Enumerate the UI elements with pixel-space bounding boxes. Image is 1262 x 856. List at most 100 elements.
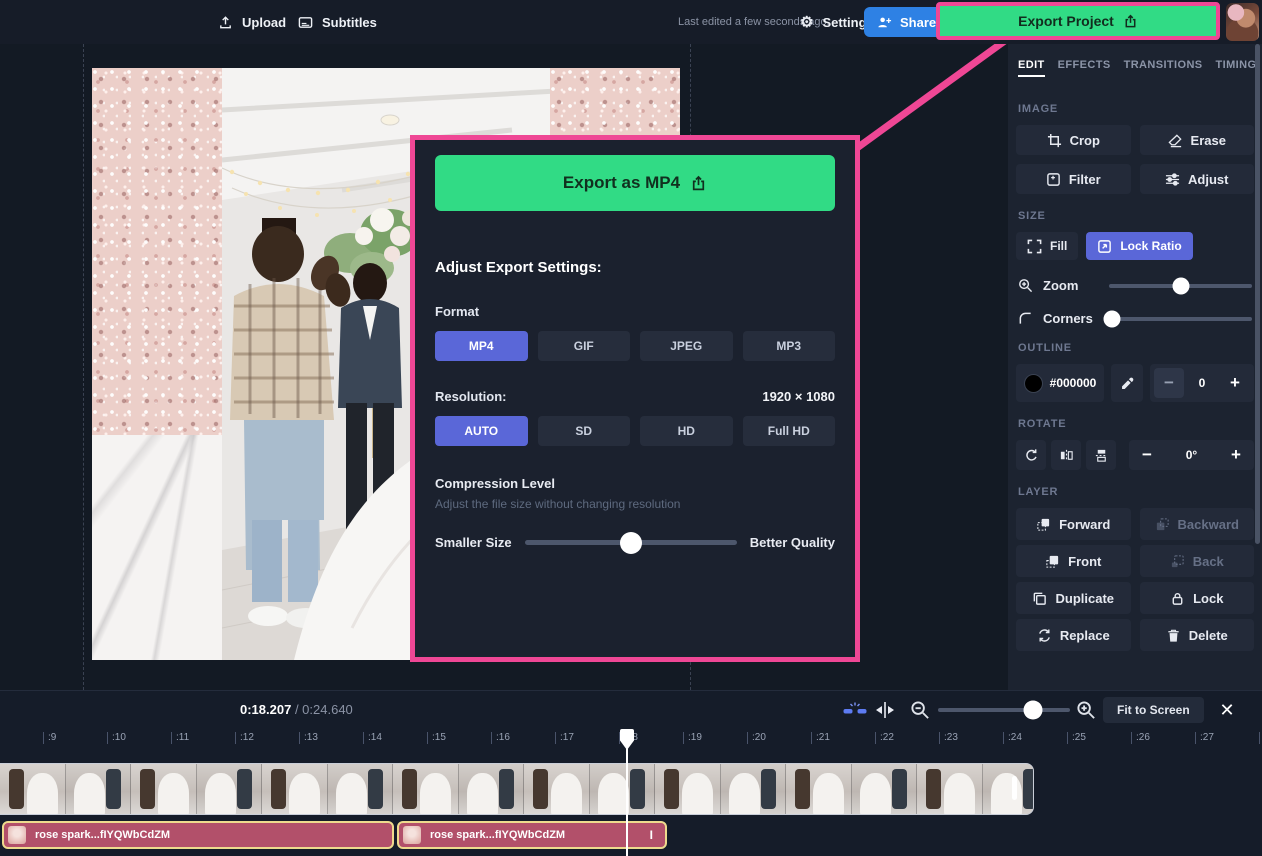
outline-width-minus-button[interactable]: − (1154, 368, 1184, 398)
sidebar-scrollbar[interactable] (1255, 44, 1260, 544)
tab-timing[interactable]: TIMING (1216, 59, 1257, 77)
layer-buttons: Forward Backward Front Back Duplicate Lock Rep… (1016, 508, 1254, 651)
fit-to-screen-button[interactable]: Fit to Screen (1103, 697, 1204, 723)
magnifier-plus-icon (1018, 278, 1033, 293)
adjust-button[interactable]: Adjust (1140, 164, 1255, 194)
tab-effects[interactable]: EFFECTS (1058, 59, 1111, 77)
split-button[interactable] (874, 691, 896, 729)
tab-edit[interactable]: EDIT (1018, 59, 1045, 77)
corners-slider-thumb[interactable] (1103, 310, 1120, 327)
timeline-close-icon[interactable]: ✕ (1214, 697, 1240, 723)
video-trim-handle[interactable] (1012, 776, 1017, 800)
resolution-value: 1920 × 1080 (762, 389, 835, 404)
timeline-zoom-thumb[interactable] (1024, 701, 1043, 720)
upload-button[interactable]: Upload (218, 0, 286, 44)
zoom-in-icon[interactable] (1076, 691, 1096, 729)
audio-clip-thumbnail (8, 826, 26, 844)
timeline-zoom-slider[interactable] (938, 708, 1070, 712)
forward-button[interactable]: Forward (1016, 508, 1131, 540)
forward-label: Forward (1059, 517, 1110, 532)
ruler-tick: :24 (1003, 732, 1022, 744)
compression-slider-thumb[interactable] (620, 532, 642, 554)
zoom-label: Zoom (1043, 278, 1099, 293)
format-option-jpeg[interactable]: JPEG (640, 331, 733, 361)
time-display: 0:18.207 / 0:24.640 (240, 702, 353, 717)
compression-slider[interactable] (525, 540, 737, 545)
fill-icon (1027, 239, 1042, 254)
video-frame-thumbnail (590, 764, 656, 814)
filter-icon (1046, 172, 1061, 187)
resolution-option-auto[interactable]: AUTO (435, 416, 528, 446)
lock-icon (1170, 591, 1185, 606)
backward-button[interactable]: Backward (1140, 508, 1255, 540)
ruler-tick: :23 (939, 732, 958, 744)
flip-horizontal-button[interactable] (1051, 440, 1081, 470)
outline-width-plus-button[interactable]: + (1220, 368, 1250, 398)
erase-button[interactable]: Erase (1140, 125, 1255, 155)
back-button[interactable]: Back (1140, 545, 1255, 577)
zoom-out-icon[interactable] (910, 691, 930, 729)
ruler-tick: :22 (875, 732, 894, 744)
tab-transitions[interactable]: TRANSITIONS (1124, 59, 1203, 77)
audio-clip-name: rose spark...fIYQWbCdZM (35, 829, 170, 841)
rotate-button[interactable] (1016, 440, 1046, 470)
user-avatar[interactable] (1226, 3, 1259, 41)
glitter-overlay-top-right[interactable] (550, 68, 680, 140)
backward-label: Backward (1178, 517, 1239, 532)
video-track[interactable] (0, 763, 1034, 815)
image-buttons: Crop Erase Filter Adjust (1016, 125, 1254, 194)
format-option-mp3[interactable]: MP3 (743, 331, 836, 361)
video-frame-thumbnail (197, 764, 263, 814)
resolution-option-sd[interactable]: SD (538, 416, 631, 446)
rotate-angle-value: 0° (1186, 448, 1197, 462)
rotate-section-label: ROTATE (1018, 418, 1252, 430)
snap-toggle-button[interactable] (843, 691, 867, 729)
video-frame-thumbnail (131, 764, 197, 814)
delete-button[interactable]: Delete (1140, 619, 1255, 651)
outline-color-swatch (1024, 374, 1043, 393)
export-project-button[interactable]: Export Project (940, 6, 1216, 36)
subtitles-button[interactable]: Subtitles (298, 0, 377, 44)
replace-label: Replace (1060, 628, 1110, 643)
audio-clip[interactable]: rose spark...fIYQWbCdZM (2, 821, 394, 849)
ruler-tick: :20 (747, 732, 766, 744)
topbar: Upload Subtitles Last edited a few secon… (0, 0, 1262, 44)
compression-subtitle: Adjust the file size without changing re… (435, 497, 835, 511)
corners-label: Corners (1043, 311, 1099, 326)
fill-label: Fill (1050, 239, 1067, 253)
crop-button[interactable]: Crop (1016, 125, 1131, 155)
front-button[interactable]: Front (1016, 545, 1131, 577)
rotate-minus-button[interactable]: − (1133, 443, 1161, 467)
ruler-tick: :14 (363, 732, 382, 744)
outline-width-value: 0 (1199, 376, 1206, 390)
format-option-mp4[interactable]: MP4 (435, 331, 528, 361)
outline-color-button[interactable]: #000000 (1016, 364, 1104, 402)
lock-ratio-button[interactable]: Lock Ratio (1086, 232, 1192, 260)
duplicate-button[interactable]: Duplicate (1016, 582, 1131, 614)
glitter-overlay-left[interactable] (92, 68, 222, 660)
share-person-icon (877, 15, 892, 30)
resolution-option-full-hd[interactable]: Full HD (743, 416, 836, 446)
crop-icon (1047, 133, 1062, 148)
settings-button[interactable]: ⚙ Settings (800, 0, 874, 44)
flip-vertical-button[interactable] (1086, 440, 1116, 470)
replace-button[interactable]: Replace (1016, 619, 1131, 651)
rotate-plus-button[interactable]: + (1222, 443, 1250, 467)
lock-button[interactable]: Lock (1140, 582, 1255, 614)
filter-button[interactable]: Filter (1016, 164, 1131, 194)
export-as-mp4-button[interactable]: Export as MP4 (435, 155, 835, 211)
zoom-slider-thumb[interactable] (1172, 277, 1189, 294)
corner-icon (1018, 311, 1033, 326)
front-label: Front (1068, 554, 1101, 569)
format-option-gif[interactable]: GIF (538, 331, 631, 361)
current-time: 0:18.207 (240, 702, 291, 717)
fill-button[interactable]: Fill (1016, 232, 1078, 260)
size-section-label: SIZE (1018, 210, 1252, 222)
eyedropper-button[interactable] (1111, 364, 1143, 402)
compression-title: Compression Level (435, 476, 835, 491)
zoom-slider[interactable] (1109, 284, 1252, 288)
smaller-size-label: Smaller Size (435, 535, 512, 550)
resolution-option-hd[interactable]: HD (640, 416, 733, 446)
corners-slider[interactable] (1109, 317, 1252, 321)
upload-icon (218, 15, 233, 30)
